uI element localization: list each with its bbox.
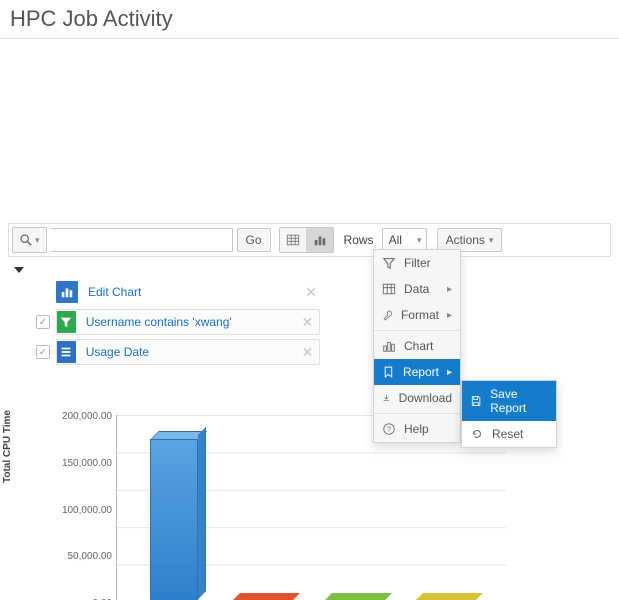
view-mode-group xyxy=(279,227,334,253)
bar-04-may-18[interactable] xyxy=(150,439,198,600)
breakby-enable-checkbox[interactable]: ✓ xyxy=(36,345,50,359)
menu-item-label: Help xyxy=(404,422,429,436)
chart-view-button[interactable] xyxy=(306,228,333,252)
control-row-breakby: ✓ Usage Date ✕ xyxy=(8,337,611,367)
y-tick: 150,000.00 xyxy=(58,458,112,469)
menu-item-help[interactable]: ? Help xyxy=(374,416,460,442)
filter-icon xyxy=(382,256,396,270)
menu-separator xyxy=(374,413,460,414)
control-row-chart: Edit Chart ✕ xyxy=(8,277,611,307)
menu-item-label: Reset xyxy=(492,427,523,441)
grid-icon xyxy=(286,233,300,247)
chevron-down-icon: ▾ xyxy=(417,235,422,246)
page-title: HPC Job Activity xyxy=(0,0,619,34)
report-settings: Edit Chart ✕ ✓ Username contains 'xwang'… xyxy=(8,263,611,367)
menu-item-label: Report xyxy=(403,365,439,379)
filter-link[interactable]: Username contains 'xwang' xyxy=(80,315,300,329)
breakby-link[interactable]: Usage Date xyxy=(80,345,300,359)
report-submenu: Save Report Reset xyxy=(461,380,557,448)
menu-separator xyxy=(374,330,460,331)
bar-29-apr-18[interactable] xyxy=(413,593,483,600)
menu-item-filter[interactable]: Filter xyxy=(374,250,460,276)
y-tick: 200,000.00 xyxy=(58,411,112,422)
control-row-filter: ✓ Username contains 'xwang' ✕ xyxy=(8,307,611,337)
reset-icon xyxy=(470,427,484,441)
chevron-down-icon: ▾ xyxy=(489,235,494,246)
submenu-caret-icon: ▸ xyxy=(447,310,452,321)
remove-filter-button[interactable]: ✕ xyxy=(300,314,315,331)
help-icon: ? xyxy=(382,422,396,436)
grid-view-button[interactable] xyxy=(280,228,306,252)
svg-text:?: ? xyxy=(387,427,391,434)
y-axis-ticks: 200,000.00 150,000.00 100,000.00 50,000.… xyxy=(58,411,112,600)
y-tick: 50,000.00 xyxy=(58,551,112,562)
menu-item-report[interactable]: Report ▸ xyxy=(374,359,460,385)
menu-item-label: Download xyxy=(399,391,452,405)
edit-chart-link[interactable]: Edit Chart xyxy=(82,285,302,299)
bar-30-apr-18[interactable] xyxy=(322,593,392,600)
interactive-report-region: ▾ Go Rows All ▾ Actions ▾ Filter xyxy=(8,223,611,600)
search-group: ▾ xyxy=(12,227,47,253)
title-divider xyxy=(0,38,619,39)
filter-badge-icon xyxy=(57,311,76,333)
bar-01-may-18[interactable] xyxy=(230,593,300,600)
rows-label: Rows xyxy=(338,233,378,247)
bar-slot xyxy=(220,415,312,600)
actions-menu: Filter Data ▸ Format ▸ Chart Report ▸ Do… xyxy=(373,249,461,443)
menu-item-label: Save Report xyxy=(490,387,548,415)
submenu-item-reset[interactable]: Reset xyxy=(462,421,556,447)
menu-item-download[interactable]: Download xyxy=(374,385,460,411)
search-input[interactable] xyxy=(51,228,233,252)
filter-enable-checkbox[interactable]: ✓ xyxy=(36,315,50,329)
remove-breakby-button[interactable]: ✕ xyxy=(300,344,315,361)
report-toolbar: ▾ Go Rows All ▾ Actions ▾ xyxy=(8,223,611,257)
menu-item-label: Format xyxy=(401,308,439,322)
chart-badge-icon xyxy=(56,281,78,303)
bar-slot xyxy=(128,415,220,600)
bar-chart-icon xyxy=(382,339,396,353)
y-axis-label: Total CPU Time xyxy=(2,410,13,483)
bookmark-icon xyxy=(382,365,395,379)
remove-chart-button[interactable]: ✕ xyxy=(302,284,320,301)
submenu-caret-icon: ▸ xyxy=(447,367,452,378)
actions-button-label: Actions xyxy=(446,233,485,247)
menu-item-label: Chart xyxy=(404,339,433,353)
y-tick: 100,000.00 xyxy=(58,505,112,516)
menu-item-label: Filter xyxy=(404,256,431,270)
menu-item-data[interactable]: Data ▸ xyxy=(374,276,460,302)
save-icon xyxy=(470,394,482,408)
bar-chart-icon xyxy=(313,233,327,247)
control-break-badge-icon xyxy=(57,341,76,363)
download-icon xyxy=(382,391,391,405)
search-column-picker[interactable]: ▾ xyxy=(13,228,46,252)
menu-item-format[interactable]: Format ▸ xyxy=(374,302,460,328)
rows-select-value: All xyxy=(389,233,402,247)
chevron-down-icon: ▾ xyxy=(35,235,40,246)
wrench-icon xyxy=(382,308,393,322)
collapse-toggle[interactable] xyxy=(14,267,24,273)
table-icon xyxy=(382,282,396,296)
magnifier-icon xyxy=(19,233,33,247)
submenu-caret-icon: ▸ xyxy=(447,284,452,295)
menu-item-label: Data xyxy=(404,282,429,296)
submenu-item-save-report[interactable]: Save Report xyxy=(462,381,556,421)
menu-item-chart[interactable]: Chart xyxy=(374,333,460,359)
go-button[interactable]: Go xyxy=(237,228,271,252)
